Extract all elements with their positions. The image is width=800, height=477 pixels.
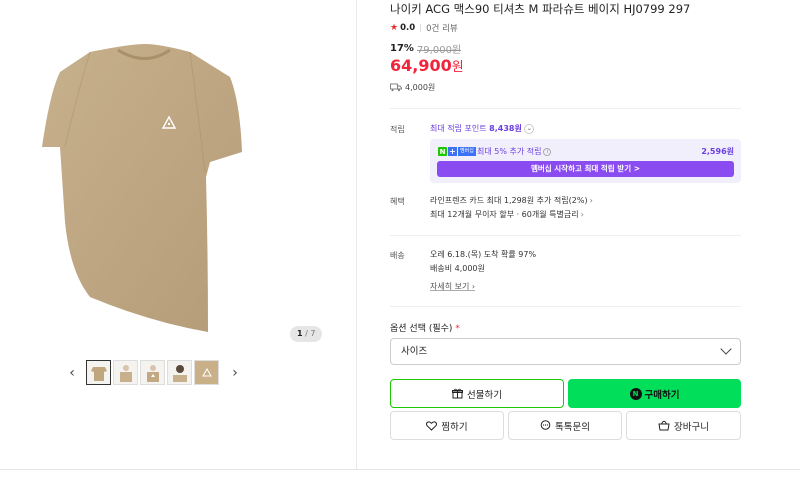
required-mark: * — [455, 324, 460, 334]
max-points-prefix: 최대 적립 포인트 — [430, 124, 487, 133]
rating-summary[interactable]: ★ 0.0 0건 리뷰 — [390, 22, 458, 34]
thumbnail-strip: ‹ › — [64, 360, 243, 385]
membership-start-button[interactable]: 멤버십 시작하고 최대 적립 받기 > — [437, 161, 734, 177]
divider — [390, 108, 741, 109]
shipping-fee-text: 4,000원 — [405, 83, 436, 92]
chevron-down-icon: ⌄ — [524, 123, 535, 134]
chevron-left-icon[interactable]: ‹ — [64, 361, 80, 385]
option-label: 옵션 선택 (필수) * — [390, 321, 460, 334]
shipping-fee: 4,000원 — [390, 82, 435, 93]
divider — [390, 306, 741, 307]
image-counter: 1 / 7 — [290, 326, 323, 342]
divider — [390, 235, 741, 236]
shopping-bag-icon — [658, 420, 670, 431]
chevron-right-icon: › — [580, 210, 584, 219]
thumbnail-2[interactable] — [113, 360, 138, 385]
sale-price-value: 64,900 — [390, 56, 452, 75]
star-icon: ★ — [390, 23, 399, 33]
column-divider — [356, 0, 357, 470]
cart-label: 장바구니 — [674, 421, 709, 433]
wishlist-button[interactable]: 찜하기 — [390, 411, 504, 440]
chevron-right-icon: › — [471, 282, 476, 291]
card-benefit[interactable]: 라인프렌즈 카드 최대 1,298원 추가 적립(2%) › — [430, 195, 593, 206]
sale-price-unit: 원 — [451, 60, 464, 75]
max-points-amount: 8,438원 — [489, 124, 522, 133]
thumbnail-4[interactable] — [167, 360, 192, 385]
cart-button[interactable]: 장바구니 — [626, 411, 741, 440]
max-points-link[interactable]: 최대 적립 포인트 8,438원 ⌄ — [430, 123, 535, 134]
installment-benefit[interactable]: 최대 12개월 무이자 할부 · 60개월 특별금리 › — [430, 209, 584, 220]
membership-box: N + 멤버십 최대 5% 추가 적립 i 2,596원 멤버십 시작하고 최대… — [430, 139, 741, 183]
membership-amount: 2,596원 — [701, 147, 734, 156]
thumbnail-5[interactable] — [194, 360, 219, 385]
chevron-right-icon[interactable]: › — [227, 361, 243, 385]
delivery-detail-link[interactable]: 자세히 보기 › — [430, 281, 475, 292]
installment-benefit-text: 최대 12개월 무이자 할부 · 60개월 특별금리 — [430, 210, 579, 219]
card-benefit-text: 라인프렌즈 카드 최대 1,298원 추가 적립(2%) — [430, 196, 588, 205]
option-label-text: 옵션 선택 (필수) — [390, 324, 453, 334]
points-label: 적립 — [390, 125, 405, 134]
gift-icon — [452, 388, 464, 399]
discount-rate: 17% — [390, 43, 414, 54]
thumbnail-1[interactable] — [86, 360, 111, 385]
delivery-detail-text: 자세히 보기 — [430, 282, 470, 291]
buy-button[interactable]: N 구매하기 — [568, 379, 741, 408]
truck-icon — [390, 83, 402, 92]
thumbnail-3[interactable] — [140, 360, 165, 385]
page-bottom-divider — [0, 469, 800, 470]
delivery-eta: 오레 6.18.(목) 도착 확률 97% — [430, 250, 537, 259]
membership-extra-points: 최대 5% 추가 적립 i — [477, 146, 552, 157]
rating-score: 0.0 — [400, 23, 416, 33]
delivery-fee: 배송비 4,000원 — [430, 264, 485, 273]
product-main-image[interactable] — [30, 22, 260, 352]
delivery-label: 배송 — [390, 251, 405, 260]
product-title: 나이키 ACG 맥스90 티셔츠 M 파라슈트 베이지 HJ0799 297 — [390, 2, 691, 16]
naver-n-icon: N — [438, 147, 447, 156]
review-count[interactable]: 0건 리뷰 — [426, 22, 458, 34]
talk-inquiry-label: 톡톡문의 — [555, 421, 590, 433]
naver-plus-badge: N + 멤버십 — [438, 147, 476, 156]
buy-label: 구매하기 — [644, 389, 680, 401]
naver-pay-icon: N — [629, 387, 642, 400]
plus-icon: + — [448, 147, 457, 156]
sale-price: 64,900원 — [390, 56, 464, 75]
size-select[interactable]: 사이즈 — [390, 338, 741, 365]
gift-label: 선물하기 — [467, 389, 502, 401]
rating-divider — [420, 24, 422, 32]
original-price: 79,000원 — [416, 45, 462, 56]
discount-line: 17% 79,000원 — [390, 41, 461, 56]
chat-icon — [540, 420, 551, 430]
badge-text: 멤버십 — [458, 147, 476, 156]
size-select-value: 사이즈 — [401, 346, 428, 357]
membership-text: 최대 5% 추가 적립 — [477, 147, 542, 156]
talk-inquiry-button[interactable]: 톡톡문의 — [508, 411, 622, 440]
heart-icon — [426, 420, 438, 431]
gift-button[interactable]: 선물하기 — [390, 379, 564, 408]
benefits-label: 혜택 — [390, 197, 405, 206]
chevron-down-icon — [720, 343, 732, 355]
chevron-right-icon: › — [589, 196, 593, 205]
wishlist-label: 찜하기 — [441, 421, 468, 433]
info-icon[interactable]: i — [543, 147, 552, 156]
